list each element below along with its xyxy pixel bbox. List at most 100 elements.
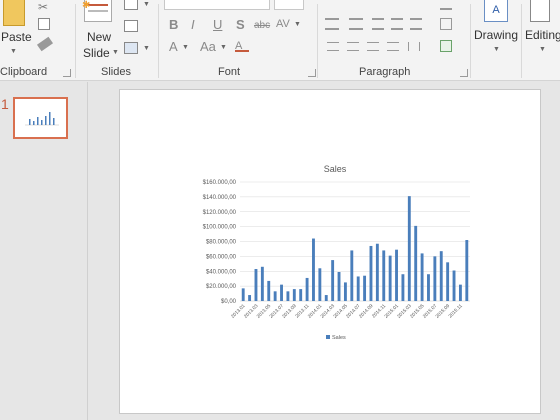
bullets-icon[interactable] <box>325 18 339 30</box>
align-left-icon[interactable] <box>327 42 339 51</box>
change-case-button[interactable]: Aa <box>200 40 216 54</box>
paste-label: Paste <box>1 30 32 44</box>
strikethrough-button[interactable]: abc <box>254 19 270 33</box>
slide-thumbnail[interactable] <box>13 97 68 139</box>
chevron-down-icon: ▼ <box>143 45 150 52</box>
slide-canvas[interactable]: Sales $0,00 $20.000,00 $40.000,00 $60.000,0… <box>119 89 541 414</box>
bar <box>337 271 341 301</box>
bar <box>260 266 264 301</box>
justify-icon[interactable] <box>387 42 399 51</box>
bar <box>305 277 309 301</box>
new-slide-label-2: Slide <box>83 46 110 60</box>
chevron-down-icon: ▼ <box>493 46 500 53</box>
text-direction-icon[interactable] <box>440 0 452 10</box>
bar <box>458 284 462 301</box>
section-icon[interactable] <box>124 42 138 54</box>
editing-label: Editing <box>525 28 560 42</box>
cut-icon[interactable]: ✂ <box>38 0 48 14</box>
bar <box>420 253 424 301</box>
y-tick-label: $160.000,00 <box>203 180 237 186</box>
new-slide-label-1: New <box>87 30 112 44</box>
font-launcher-icon[interactable] <box>308 69 316 77</box>
align-center-icon[interactable] <box>347 42 359 51</box>
bar <box>318 268 322 301</box>
clipboard-launcher-icon[interactable] <box>63 69 71 77</box>
drawing-button[interactable]: A Drawing ▼ <box>472 0 520 60</box>
separator <box>521 4 522 78</box>
bar <box>427 274 430 301</box>
bar <box>286 291 290 301</box>
bar <box>401 274 405 301</box>
numbering-icon[interactable] <box>349 18 363 30</box>
chevron-down-icon: ▼ <box>220 44 227 51</box>
bar <box>388 255 392 301</box>
slide-number: 1 <box>1 96 9 112</box>
slides-group-label: Slides <box>101 66 131 78</box>
legend-swatch <box>326 335 330 339</box>
bar <box>299 289 303 301</box>
bar <box>446 262 450 301</box>
bar <box>241 288 245 301</box>
y-tick-label: $0,00 <box>221 299 237 305</box>
bold-button[interactable]: B <box>169 18 178 32</box>
x-axis: 2013.012013.032013.052013.072013.092013.… <box>230 303 464 320</box>
bar <box>395 249 398 301</box>
thumbnail-chart-preview <box>25 112 59 126</box>
copy-icon[interactable] <box>38 18 50 30</box>
y-tick-label: $60.000,00 <box>206 254 237 260</box>
align-right-icon[interactable] <box>367 42 379 51</box>
bar <box>312 238 315 301</box>
separator <box>75 4 76 78</box>
font-size-box[interactable] <box>274 0 304 10</box>
paragraph-launcher-icon[interactable] <box>460 69 468 77</box>
separator <box>158 4 159 78</box>
bar <box>363 275 367 301</box>
bar <box>369 245 373 301</box>
editing-button[interactable]: Editing ▼ <box>523 0 560 60</box>
separator <box>470 4 471 78</box>
line-spacing-icon[interactable] <box>410 18 422 30</box>
smartart-icon[interactable] <box>440 40 452 52</box>
star-icon: ✱ <box>82 0 91 11</box>
bar <box>292 289 296 301</box>
bar <box>439 251 443 301</box>
bar <box>375 243 379 301</box>
shapes-icon: A <box>484 0 508 22</box>
italic-button[interactable]: I <box>191 18 195 32</box>
reset-icon[interactable] <box>124 20 138 32</box>
bar <box>382 250 386 301</box>
align-text-icon[interactable] <box>440 18 452 30</box>
bar <box>452 270 456 301</box>
y-tick-label: $40.000,00 <box>206 269 237 275</box>
chevron-down-icon: ▼ <box>294 21 301 28</box>
bar <box>407 196 411 301</box>
decrease-indent-icon[interactable] <box>372 18 384 30</box>
bar <box>248 295 252 301</box>
drawing-label: Drawing <box>474 28 519 42</box>
ribbon: Paste ▼ ✂ Clipboard ✱ New Slide ▼ ▼ ▼ Sl… <box>0 0 560 81</box>
bar <box>343 282 347 301</box>
x-tick-label: 2015.11 <box>448 303 464 319</box>
font-color-button[interactable]: A <box>169 40 178 54</box>
clipboard-group-label: Clipboard <box>0 66 48 78</box>
chevron-down-icon: ▼ <box>10 48 17 55</box>
y-tick-label: $80.000,00 <box>206 240 237 246</box>
layout-icon[interactable] <box>124 0 138 10</box>
chart-title: Sales <box>324 164 347 174</box>
y-tick-label: $140.000,00 <box>203 195 237 201</box>
clear-formatting-icon[interactable]: A <box>235 40 249 52</box>
char-spacing-button[interactable]: AV <box>276 17 290 31</box>
chart[interactable]: Sales $0,00 $20.000,00 $40.000,00 $60.000,0… <box>120 90 542 415</box>
format-painter-icon[interactable] <box>36 36 54 52</box>
y-tick-label: $100.000,00 <box>203 225 237 231</box>
columns-icon[interactable] <box>408 42 420 51</box>
paste-button[interactable]: Paste ▼ <box>0 0 32 60</box>
bar <box>356 276 360 301</box>
font-name-box[interactable] <box>164 0 270 10</box>
underline-button[interactable]: U <box>213 18 222 32</box>
new-slide-button[interactable]: New Slide ▼ <box>80 24 120 60</box>
increase-indent-icon[interactable] <box>391 18 403 30</box>
shadow-button[interactable]: S <box>236 18 245 32</box>
chevron-down-icon: ▼ <box>112 49 119 56</box>
chevron-down-icon: ▼ <box>539 46 546 53</box>
